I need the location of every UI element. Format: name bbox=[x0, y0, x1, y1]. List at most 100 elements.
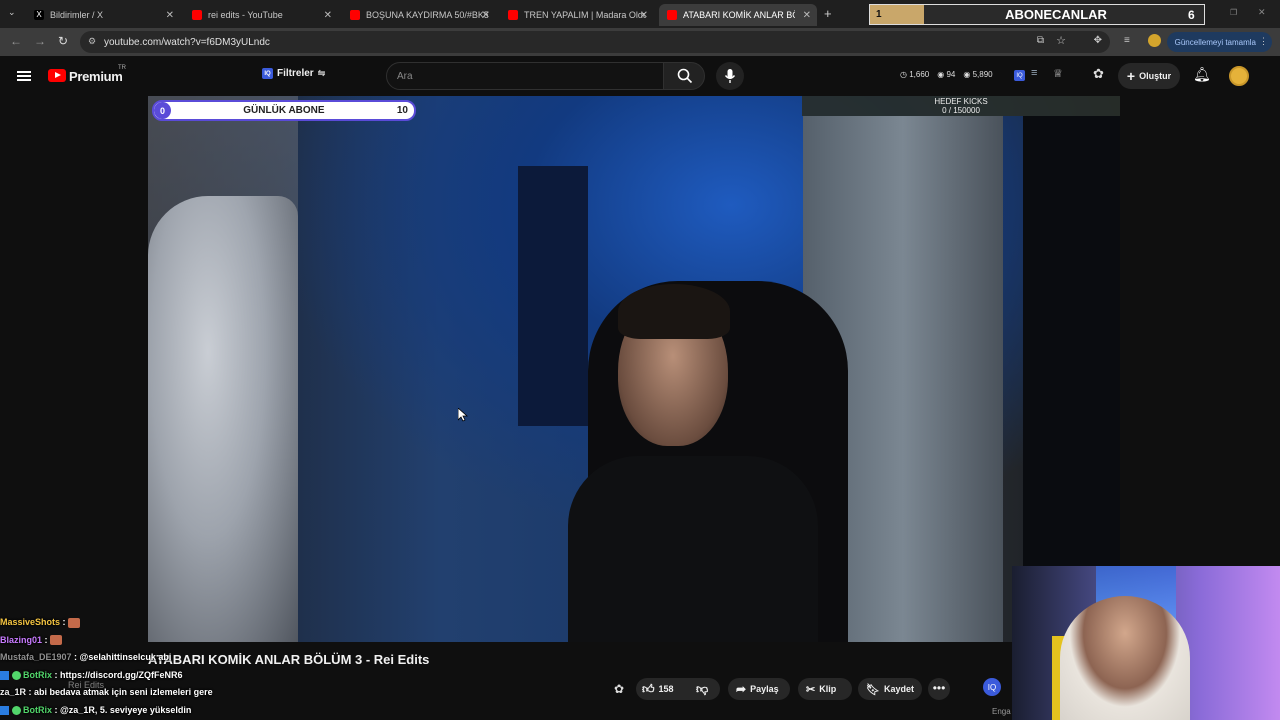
tab-search-icon[interactable]: ⌄ bbox=[8, 7, 16, 18]
banner-title: ABONECANLAR bbox=[1005, 7, 1107, 22]
kicks-goal: HEDEF KICKS 0 / 150000 bbox=[802, 96, 1120, 116]
clip-button[interactable]: ✂ Klip bbox=[806, 678, 836, 700]
window-close-icon[interactable]: ✕ bbox=[1258, 7, 1266, 18]
tab-title: Bildirimler / X bbox=[50, 10, 104, 20]
site-info-icon[interactable]: ⚙ bbox=[88, 36, 96, 47]
chat-text: https://discord.gg/ZQfFeNR6 bbox=[60, 669, 183, 680]
more-actions-button[interactable]: ••• bbox=[928, 678, 950, 700]
voice-search-button[interactable] bbox=[716, 62, 744, 90]
filters-label: Filtreler bbox=[277, 68, 314, 79]
stat-watch-time: ◷ 1,660 bbox=[900, 70, 929, 79]
install-icon[interactable]: ⧉ bbox=[1037, 35, 1044, 46]
bookmark-icon: 🔖︎ bbox=[866, 683, 880, 696]
x-favicon-icon: X bbox=[34, 10, 44, 20]
tab-title: ATABARI KOMİK ANLAR BÖLÜM bbox=[683, 10, 795, 20]
tab-rei-edits[interactable]: rei edits - YouTube ✕ bbox=[184, 4, 338, 26]
search-placeholder: Ara bbox=[397, 70, 413, 82]
extension-puzzle-icon[interactable]: ✿ bbox=[1093, 66, 1104, 82]
close-icon[interactable]: ✕ bbox=[166, 10, 174, 21]
create-button[interactable]: + Oluştur bbox=[1118, 63, 1180, 89]
chat-username: Blazing01 bbox=[0, 634, 43, 645]
menu-icon[interactable] bbox=[17, 71, 31, 81]
chat-message: za_1R : abi bedava atmak için seni izlem… bbox=[0, 687, 213, 697]
tab-tren-yapalim[interactable]: TREN YAPALIM | Madara Olduk ✕ bbox=[500, 4, 654, 26]
forward-icon[interactable]: → bbox=[34, 34, 46, 48]
search-button[interactable] bbox=[663, 62, 705, 90]
iq-icon[interactable]: IQ bbox=[1014, 70, 1025, 81]
extension-puzzle-icon[interactable]: ✿ bbox=[614, 682, 624, 696]
close-icon[interactable]: ✕ bbox=[324, 10, 332, 21]
bot-badge-icon bbox=[0, 670, 9, 680]
url-text: youtube.com/watch?v=f6DM3yULndc bbox=[104, 36, 270, 48]
chat-message: Mustafa_DE1907 : @selahittinselcuk abi bbox=[0, 652, 172, 662]
tab-title: BOŞUNA KAYDIRMA 50/#BK50 bbox=[366, 10, 488, 20]
extensions-icon[interactable]: ✥ bbox=[1094, 35, 1102, 46]
new-tab-icon[interactable]: + bbox=[824, 6, 832, 21]
stat-views: ◉ 5,890 bbox=[963, 70, 992, 79]
chat-message: BotRix : @za_1R, 5. seviyeye yükseldin bbox=[0, 702, 300, 720]
emote-icon bbox=[50, 635, 63, 646]
webcam-scene bbox=[1060, 596, 1190, 720]
more-horiz-icon: ••• bbox=[932, 681, 946, 695]
chat-message: Blazing01 : bbox=[0, 632, 300, 650]
update-label: Güncellemeyi tamamla bbox=[1174, 37, 1256, 47]
close-icon[interactable]: ✕ bbox=[482, 10, 490, 21]
thumbs-up-icon: 👍︎ bbox=[642, 681, 655, 696]
sliders-icon: ⇋ bbox=[317, 68, 326, 78]
reading-list-icon[interactable]: ≡ bbox=[1124, 35, 1130, 46]
country-code: TR bbox=[118, 65, 126, 71]
youtube-logo-icon[interactable] bbox=[48, 69, 66, 82]
url-field[interactable]: ⚙ youtube.com/watch?v=f6DM3yULndc ⧉ ☆ ✥ bbox=[80, 31, 1110, 53]
emote-icon bbox=[68, 617, 81, 628]
video-scene bbox=[568, 456, 818, 642]
tab-title: rei edits - YouTube bbox=[208, 10, 283, 20]
list-icon[interactable]: ≡ bbox=[1031, 67, 1037, 79]
video-player[interactable] bbox=[148, 96, 1120, 642]
close-icon[interactable]: ✕ bbox=[640, 10, 648, 21]
create-label: Oluştur bbox=[1139, 71, 1172, 81]
filters-button[interactable]: IQ Filtreler ⇋ bbox=[262, 68, 325, 79]
notifications-bell-icon[interactable]: 🔔︎ bbox=[1193, 66, 1211, 83]
save-button[interactable]: 🔖︎ Kaydet bbox=[866, 678, 914, 700]
address-bar: ← → ↻ ⚙ youtube.com/watch?v=f6DM3yULndc … bbox=[0, 28, 1280, 56]
avatar[interactable] bbox=[1229, 66, 1249, 86]
tab-atabari[interactable]: ATABARI KOMİK ANLAR BÖLÜM ✕ bbox=[659, 4, 817, 26]
stream-chat: MassiveShots : Blazing01 : Mustafa_DE190… bbox=[0, 614, 300, 719]
youtube-favicon-icon bbox=[508, 10, 518, 20]
dislike-button[interactable]: 👎︎ bbox=[696, 678, 708, 700]
close-icon[interactable]: ✕ bbox=[803, 10, 811, 21]
channel-stats: ◷ 1,660 ◉ 94 ◉ 5,890 bbox=[900, 70, 993, 79]
youtube-header: Premium TR IQ Filtreler ⇋ Ara ◷ 1,660 ◉ … bbox=[0, 56, 1280, 96]
reload-icon[interactable]: ↻ bbox=[58, 34, 68, 48]
goal-label: GÜNLÜK ABONE bbox=[243, 105, 325, 116]
brand-label[interactable]: Premium bbox=[69, 69, 123, 84]
search-input[interactable]: Ara bbox=[386, 62, 664, 90]
tab-title: TREN YAPALIM | Madara Olduk bbox=[524, 10, 646, 20]
chat-text: abi bedava atmak için seni izlemeleri ge… bbox=[34, 687, 213, 697]
chat-text: @za_1R, 5. seviyeye yükseldin bbox=[60, 704, 192, 715]
update-button[interactable]: Güncellemeyi tamamla ⋮ bbox=[1166, 32, 1272, 52]
kicks-label: HEDEF KICKS bbox=[934, 97, 988, 106]
chat-username: BotRix bbox=[23, 704, 53, 715]
window-restore-icon[interactable]: ❐ bbox=[1230, 8, 1237, 17]
video-scene bbox=[518, 166, 588, 426]
share-button[interactable]: ➦ Paylaş bbox=[736, 678, 779, 700]
tab-bosuna-kaydirma[interactable]: BOŞUNA KAYDIRMA 50/#BK50 ✕ bbox=[342, 4, 496, 26]
badge-icon[interactable]: ♕ bbox=[1053, 67, 1063, 80]
goal-current: 0 bbox=[154, 102, 171, 119]
streamer-webcam bbox=[1012, 566, 1280, 720]
video-scene bbox=[148, 196, 298, 642]
bookmark-star-icon[interactable]: ☆ bbox=[1056, 34, 1066, 47]
tab-x[interactable]: X Bildirimler / X ✕ bbox=[26, 4, 180, 26]
more-vert-icon: ⋮ bbox=[1259, 36, 1268, 46]
browser-tab-strip: ⌄ X Bildirimler / X ✕ rei edits - YouTub… bbox=[0, 0, 1280, 28]
like-button[interactable]: 👍︎ 158 bbox=[642, 678, 674, 700]
eye-icon: ◉ bbox=[937, 70, 945, 79]
back-icon[interactable]: ← bbox=[10, 34, 22, 48]
iq-icon[interactable]: IQ bbox=[983, 678, 1001, 696]
youtube-favicon-icon bbox=[192, 10, 202, 20]
stat-value: 5,890 bbox=[972, 70, 993, 79]
youtube-favicon-icon bbox=[350, 10, 360, 20]
profile-icon[interactable] bbox=[1148, 34, 1161, 47]
stat-value: 94 bbox=[946, 70, 956, 79]
